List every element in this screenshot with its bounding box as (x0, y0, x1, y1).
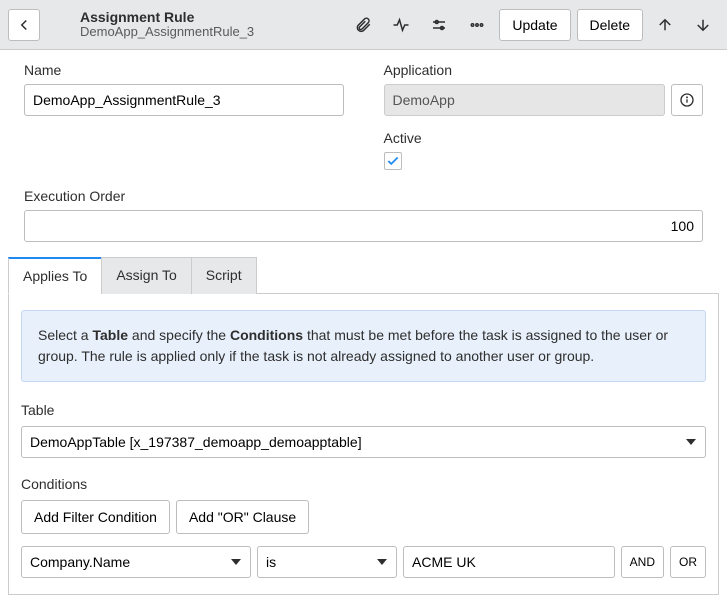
tab-assign-to[interactable]: Assign To (101, 257, 191, 294)
more-horizontal-icon (468, 16, 486, 34)
context-menu-button[interactable] (46, 9, 74, 41)
chevron-left-icon (15, 16, 33, 34)
record-title-block: Assignment Rule DemoApp_AssignmentRule_3 (80, 9, 347, 40)
execution-order-label: Execution Order (24, 188, 703, 204)
name-input[interactable] (24, 84, 344, 116)
active-checkbox[interactable] (384, 152, 402, 170)
application-label: Application (384, 62, 704, 78)
name-label: Name (24, 62, 344, 78)
next-record-button[interactable] (687, 9, 719, 41)
condition-field-select[interactable]: Company.Name (21, 546, 251, 578)
condition-and-button[interactable]: AND (621, 546, 664, 578)
table-label: Table (21, 402, 706, 418)
sliders-icon (430, 16, 448, 34)
activity-button[interactable] (385, 9, 417, 41)
add-filter-condition-button[interactable]: Add Filter Condition (21, 500, 170, 534)
previous-record-button[interactable] (649, 9, 681, 41)
execution-order-input[interactable] (24, 210, 703, 242)
condition-operator-select[interactable]: is (257, 546, 397, 578)
conditions-label: Conditions (21, 476, 706, 492)
application-info-button[interactable] (671, 84, 703, 116)
back-button[interactable] (8, 9, 40, 41)
attachments-button[interactable] (347, 9, 379, 41)
settings-toggle-button[interactable] (423, 9, 455, 41)
update-button[interactable]: Update (499, 9, 570, 41)
arrow-down-icon (694, 16, 712, 34)
active-label: Active (384, 130, 704, 146)
condition-or-button[interactable]: OR (670, 546, 706, 578)
tab-applies-to[interactable]: Applies To (8, 257, 102, 294)
table-select[interactable]: DemoAppTable [x_197387_demoapp_demoappta… (21, 426, 706, 458)
add-or-clause-button[interactable]: Add "OR" Clause (176, 500, 309, 534)
record-type-label: Assignment Rule (80, 9, 347, 25)
tab-script[interactable]: Script (191, 257, 257, 294)
condition-value-input[interactable] (403, 546, 615, 578)
paperclip-icon (354, 16, 372, 34)
menu-icon (46, 11, 74, 39)
arrow-up-icon (656, 16, 674, 34)
check-icon (386, 154, 400, 168)
application-field[interactable]: DemoApp (384, 84, 666, 116)
applies-to-notice: Select a Table and specify the Condition… (21, 310, 706, 382)
activity-icon (392, 16, 410, 34)
more-actions-button[interactable] (461, 9, 493, 41)
info-icon (679, 92, 695, 108)
record-name-label: DemoApp_AssignmentRule_3 (80, 25, 347, 40)
delete-button[interactable]: Delete (577, 9, 643, 41)
